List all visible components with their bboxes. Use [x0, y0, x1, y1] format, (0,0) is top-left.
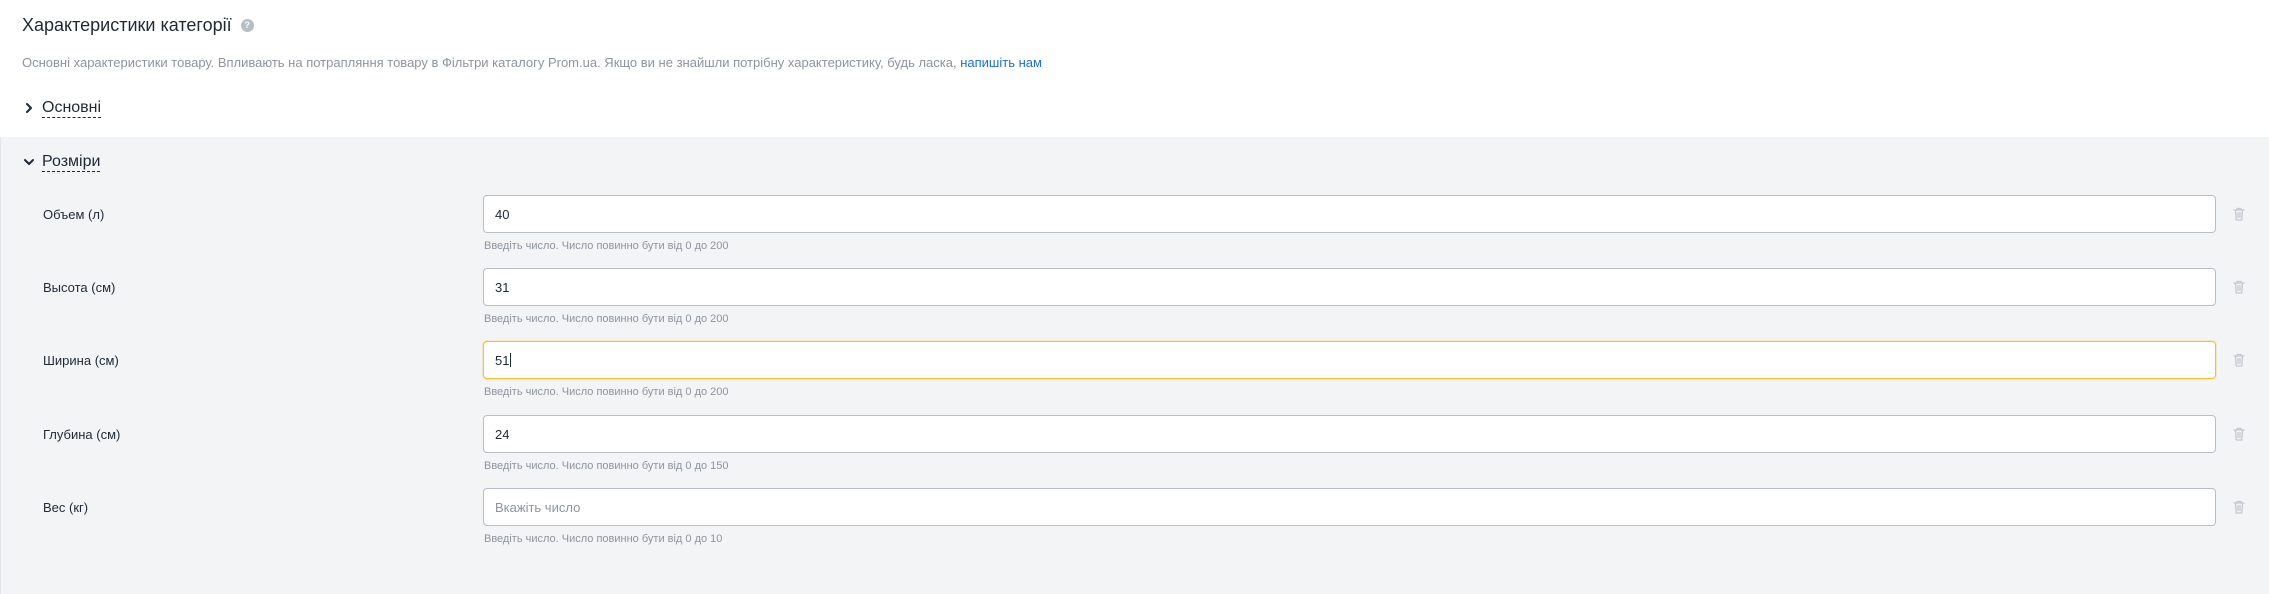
height-input[interactable]: 31	[483, 268, 2216, 306]
field-label-weight: Вес (кг)	[43, 500, 89, 515]
volume-input[interactable]: 40	[483, 195, 2216, 233]
trash-icon[interactable]	[2231, 352, 2247, 368]
trash-icon[interactable]	[2231, 206, 2247, 222]
weight-hint: Введіть число. Число повинно бути від 0 …	[484, 533, 723, 545]
height-hint: Введіть число. Число повинно бути від 0 …	[484, 313, 729, 325]
category-characteristics-page: Характеристики категорії ? Основні харак…	[0, 0, 2269, 594]
page-title: Характеристики категорії	[22, 14, 232, 35]
description: Основні характеристики товару. Впливають…	[22, 55, 1042, 70]
width-input-value: 51	[495, 352, 510, 368]
section-title-sizes: Розміри	[42, 153, 101, 172]
weight-input[interactable]: Вкажіть число	[483, 488, 2216, 526]
depth-input[interactable]: 24	[483, 415, 2216, 453]
height-input-value: 31	[495, 279, 510, 295]
field-label-width: Ширина (см)	[43, 353, 119, 368]
section-title-main: Основні	[42, 99, 102, 118]
trash-icon[interactable]	[2231, 279, 2247, 295]
section-toggle-main[interactable]: Основні	[22, 98, 102, 118]
weight-input-placeholder: Вкажіть число	[495, 499, 581, 515]
chevron-right-icon	[26, 103, 32, 113]
section-toggle-sizes[interactable]: Розміри	[22, 152, 101, 172]
chevron-down-icon	[24, 159, 34, 165]
depth-input-value: 24	[495, 426, 510, 442]
width-hint: Введіть число. Число повинно бути від 0 …	[484, 386, 729, 398]
header: Характеристики категорії ?	[22, 10, 254, 40]
contact-us-link[interactable]: напишіть нам	[960, 55, 1042, 70]
field-label-height: Высота (см)	[43, 280, 116, 295]
volume-hint: Введіть число. Число повинно бути від 0 …	[484, 240, 729, 252]
volume-input-value: 40	[495, 206, 510, 222]
width-input[interactable]: 51	[483, 341, 2216, 379]
trash-icon[interactable]	[2231, 499, 2247, 515]
field-label-depth: Глубина (см)	[43, 427, 121, 442]
depth-hint: Введіть число. Число повинно бути від 0 …	[484, 460, 729, 472]
text-caret	[510, 353, 512, 367]
field-label-volume: Объем (л)	[43, 207, 105, 222]
help-icon[interactable]: ?	[240, 18, 254, 32]
description-text: Основні характеристики товару. Впливають…	[22, 55, 961, 70]
trash-icon[interactable]	[2231, 426, 2247, 442]
